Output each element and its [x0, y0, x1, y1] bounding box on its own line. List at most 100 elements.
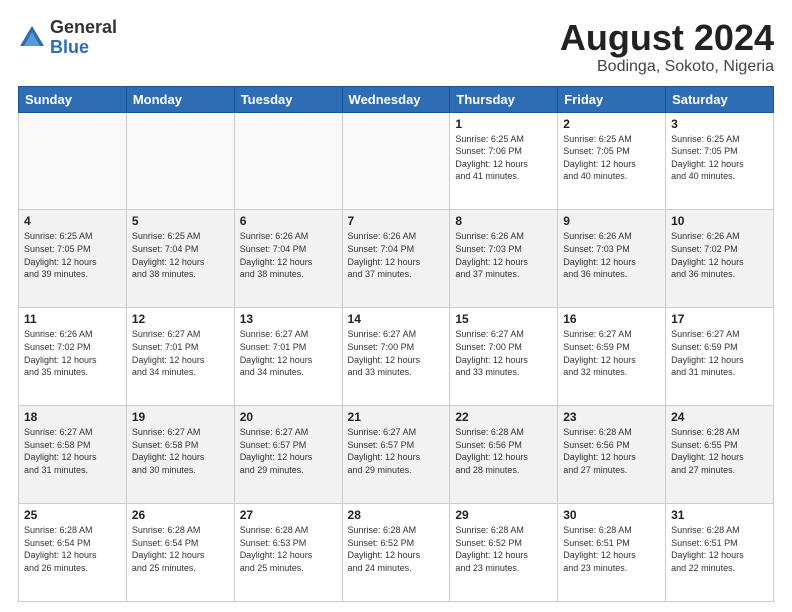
day-info: Sunrise: 6:28 AM Sunset: 6:56 PM Dayligh…	[455, 426, 552, 476]
day-info: Sunrise: 6:26 AM Sunset: 7:04 PM Dayligh…	[240, 230, 337, 280]
day-number: 15	[455, 312, 552, 326]
day-number: 6	[240, 214, 337, 228]
day-number: 13	[240, 312, 337, 326]
header: General Blue August 2024 Bodinga, Sokoto…	[18, 18, 774, 76]
calendar-cell	[342, 112, 450, 210]
calendar-cell: 11Sunrise: 6:26 AM Sunset: 7:02 PM Dayli…	[19, 308, 127, 406]
calendar-cell: 17Sunrise: 6:27 AM Sunset: 6:59 PM Dayli…	[666, 308, 774, 406]
day-number: 30	[563, 508, 660, 522]
day-info: Sunrise: 6:28 AM Sunset: 6:51 PM Dayligh…	[671, 524, 768, 574]
day-number: 4	[24, 214, 121, 228]
day-number: 26	[132, 508, 229, 522]
calendar-cell: 13 Sunrise: 6:27 AM Sunset: 7:01 PM Dayli…	[234, 308, 342, 406]
day-number: 12	[132, 312, 229, 326]
calendar-cell: 10 Sunrise: 6:26 AM Sunset: 7:02 PM Dayli…	[666, 210, 774, 308]
calendar-cell: 22 Sunrise: 6:28 AM Sunset: 6:56 PM Dayli…	[450, 406, 558, 504]
day-number: 28	[348, 508, 445, 522]
calendar-cell: 18 Sunrise: 6:27 AM Sunset: 6:58 PM Dayli…	[19, 406, 127, 504]
calendar-cell: 9 Sunrise: 6:26 AM Sunset: 7:03 PM Daylig…	[558, 210, 666, 308]
day-number: 5	[132, 214, 229, 228]
day-header: Thursday	[450, 86, 558, 112]
calendar-cell: 16 Sunrise: 6:27 AM Sunset: 6:59 PM Dayli…	[558, 308, 666, 406]
day-number: 31	[671, 508, 768, 522]
day-info: Sunrise: 6:28 AM Sunset: 6:54 PM Dayligh…	[132, 524, 229, 574]
calendar-cell: 5 Sunrise: 6:25 AM Sunset: 7:04 PM Daylig…	[126, 210, 234, 308]
subtitle: Bodinga, Sokoto, Nigeria	[560, 58, 774, 76]
day-header: Friday	[558, 86, 666, 112]
calendar-cell: 31 Sunrise: 6:28 AM Sunset: 6:51 PM Dayli…	[666, 504, 774, 602]
day-header: Wednesday	[342, 86, 450, 112]
day-number: 11	[24, 312, 121, 326]
day-info: Sunrise: 6:26 AM Sunset: 7:03 PM Dayligh…	[455, 230, 552, 280]
day-number: 20	[240, 410, 337, 424]
day-number: 16	[563, 312, 660, 326]
logo-text: General Blue	[50, 18, 117, 58]
calendar-cell	[234, 112, 342, 210]
day-info: Sunrise: 6:27 AM Sunset: 6:57 PM Dayligh…	[240, 426, 337, 476]
calendar-cell: 24 Sunrise: 6:28 AM Sunset: 6:55 PM Dayli…	[666, 406, 774, 504]
day-info: Sunrise: 6:27 AM Sunset: 6:58 PM Dayligh…	[24, 426, 121, 476]
page: General Blue August 2024 Bodinga, Sokoto…	[0, 0, 792, 612]
day-header: Saturday	[666, 86, 774, 112]
day-info: Sunrise: 6:28 AM Sunset: 6:54 PM Dayligh…	[24, 524, 121, 574]
day-header: Monday	[126, 86, 234, 112]
day-number: 14	[348, 312, 445, 326]
day-number: 18	[24, 410, 121, 424]
calendar-cell: 1 Sunrise: 6:25 AM Sunset: 7:06 PM Daylig…	[450, 112, 558, 210]
day-info: Sunrise: 6:27 AM Sunset: 7:01 PM Dayligh…	[240, 328, 337, 378]
calendar-header-row: SundayMondayTuesdayWednesdayThursdayFrid…	[19, 86, 774, 112]
day-info: Sunrise: 6:25 AM Sunset: 7:05 PM Dayligh…	[563, 133, 660, 183]
day-info: Sunrise: 6:25 AM Sunset: 7:06 PM Dayligh…	[455, 133, 552, 183]
calendar-cell: 2 Sunrise: 6:25 AM Sunset: 7:05 PM Daylig…	[558, 112, 666, 210]
day-number: 7	[348, 214, 445, 228]
day-info: Sunrise: 6:26 AM Sunset: 7:04 PM Dayligh…	[348, 230, 445, 280]
day-number: 29	[455, 508, 552, 522]
logo: General Blue	[18, 18, 117, 58]
logo-general: General	[50, 18, 117, 38]
calendar-week-row: 1 Sunrise: 6:25 AM Sunset: 7:06 PM Daylig…	[19, 112, 774, 210]
day-number: 3	[671, 117, 768, 131]
day-number: 24	[671, 410, 768, 424]
calendar-cell: 26 Sunrise: 6:28 AM Sunset: 6:54 PM Dayli…	[126, 504, 234, 602]
day-info: Sunrise: 6:28 AM Sunset: 6:55 PM Dayligh…	[671, 426, 768, 476]
day-info: Sunrise: 6:27 AM Sunset: 7:00 PM Dayligh…	[348, 328, 445, 378]
day-number: 27	[240, 508, 337, 522]
day-info: Sunrise: 6:28 AM Sunset: 6:51 PM Dayligh…	[563, 524, 660, 574]
day-info: Sunrise: 6:27 AM Sunset: 7:01 PM Dayligh…	[132, 328, 229, 378]
day-info: Sunrise: 6:26 AM Sunset: 7:03 PM Dayligh…	[563, 230, 660, 280]
calendar-cell: 12 Sunrise: 6:27 AM Sunset: 7:01 PM Dayli…	[126, 308, 234, 406]
calendar-cell: 14 Sunrise: 6:27 AM Sunset: 7:00 PM Dayli…	[342, 308, 450, 406]
day-header: Tuesday	[234, 86, 342, 112]
main-title: August 2024	[560, 18, 774, 58]
calendar: SundayMondayTuesdayWednesdayThursdayFrid…	[18, 86, 774, 602]
day-info: Sunrise: 6:27 AM Sunset: 6:59 PM Dayligh…	[563, 328, 660, 378]
calendar-cell: 15Sunrise: 6:27 AM Sunset: 7:00 PM Dayli…	[450, 308, 558, 406]
title-block: August 2024 Bodinga, Sokoto, Nigeria	[560, 18, 774, 76]
day-number: 2	[563, 117, 660, 131]
day-info: Sunrise: 6:28 AM Sunset: 6:52 PM Dayligh…	[348, 524, 445, 574]
day-number: 25	[24, 508, 121, 522]
day-number: 10	[671, 214, 768, 228]
calendar-cell	[126, 112, 234, 210]
calendar-cell: 7 Sunrise: 6:26 AM Sunset: 7:04 PM Daylig…	[342, 210, 450, 308]
calendar-cell: 21Sunrise: 6:27 AM Sunset: 6:57 PM Dayli…	[342, 406, 450, 504]
day-number: 1	[455, 117, 552, 131]
day-info: Sunrise: 6:26 AM Sunset: 7:02 PM Dayligh…	[671, 230, 768, 280]
calendar-cell: 6 Sunrise: 6:26 AM Sunset: 7:04 PM Daylig…	[234, 210, 342, 308]
calendar-cell: 23 Sunrise: 6:28 AM Sunset: 6:56 PM Dayli…	[558, 406, 666, 504]
calendar-cell: 4Sunrise: 6:25 AM Sunset: 7:05 PM Daylig…	[19, 210, 127, 308]
calendar-cell: 27Sunrise: 6:28 AM Sunset: 6:53 PM Dayli…	[234, 504, 342, 602]
calendar-cell: 19Sunrise: 6:27 AM Sunset: 6:58 PM Dayli…	[126, 406, 234, 504]
logo-icon	[18, 24, 46, 52]
day-info: Sunrise: 6:27 AM Sunset: 6:57 PM Dayligh…	[348, 426, 445, 476]
day-number: 23	[563, 410, 660, 424]
day-info: Sunrise: 6:25 AM Sunset: 7:05 PM Dayligh…	[671, 133, 768, 183]
calendar-week-row: 11Sunrise: 6:26 AM Sunset: 7:02 PM Dayli…	[19, 308, 774, 406]
calendar-cell: 30 Sunrise: 6:28 AM Sunset: 6:51 PM Dayli…	[558, 504, 666, 602]
day-number: 22	[455, 410, 552, 424]
calendar-week-row: 18 Sunrise: 6:27 AM Sunset: 6:58 PM Dayli…	[19, 406, 774, 504]
day-info: Sunrise: 6:28 AM Sunset: 6:56 PM Dayligh…	[563, 426, 660, 476]
day-number: 9	[563, 214, 660, 228]
day-info: Sunrise: 6:25 AM Sunset: 7:04 PM Dayligh…	[132, 230, 229, 280]
calendar-cell: 3 Sunrise: 6:25 AM Sunset: 7:05 PM Daylig…	[666, 112, 774, 210]
